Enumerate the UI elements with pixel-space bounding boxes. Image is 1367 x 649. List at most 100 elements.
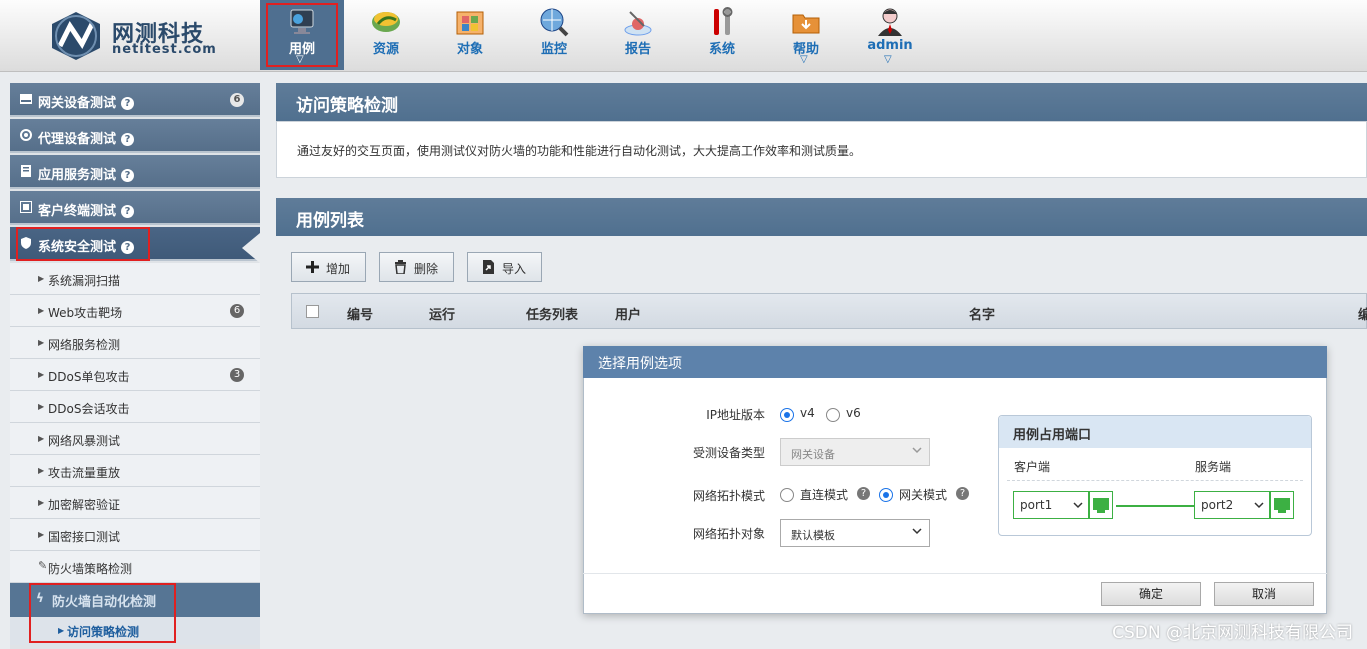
col-id[interactable]: 编号 (347, 304, 373, 323)
sidebar-item-net-service[interactable]: ▶ 网络服务检测 (10, 327, 260, 359)
sidebar-item-ddos-packet[interactable]: ▶ DDoS单包攻击 3 (10, 359, 260, 391)
nav-label: 监控 (540, 42, 567, 57)
sidebar-group-label: 代理设备测试 (38, 132, 117, 147)
client-label: 客户端 (1014, 460, 1051, 474)
sidebar-item-sm-interface[interactable]: ▶ 国密接口测试 (10, 519, 260, 551)
lightning-icon: ϟ (36, 591, 44, 605)
chevron-down-icon: ▽ (884, 54, 892, 65)
nav-item-usecase[interactable]: 用例 ▽ (260, 0, 344, 70)
caret-right-icon: ▶ (38, 274, 45, 283)
user-icon (878, 8, 902, 36)
nav-item-monitor[interactable]: 监控 (512, 0, 596, 70)
help-icon[interactable]: ? (121, 133, 135, 146)
sidebar-group-gateway[interactable]: 网关设备测试? 6 (10, 83, 260, 117)
help-icon[interactable]: ? (956, 487, 969, 500)
help-icon[interactable]: ? (121, 241, 135, 254)
nav-label: 资源 (372, 42, 399, 57)
gateway-mode-radio[interactable] (879, 488, 893, 502)
logo-mark-icon (52, 12, 100, 60)
import-button[interactable]: 导入 (467, 252, 542, 282)
add-button-label: 增加 (326, 262, 351, 276)
direct-mode-radio[interactable] (780, 488, 794, 502)
col-run[interactable]: 运行 (429, 304, 455, 323)
help-icon[interactable]: ? (857, 487, 870, 500)
sidebar-item-label: Web攻击靶场 (48, 306, 123, 320)
sidebar-group-label: 系统安全测试 (38, 240, 117, 255)
sidebar-item-net-storm[interactable]: ▶ 网络风暴测试 (10, 423, 260, 455)
page-header: 访问策略检测 (276, 83, 1367, 121)
sidebar-item-label: 访问策略检测 (67, 625, 140, 639)
count-badge: 3 (230, 368, 244, 382)
shield-icon (21, 237, 31, 249)
sidebar-item-traffic-replay[interactable]: ▶ 攻击流量重放 (10, 455, 260, 487)
col-user[interactable]: 用户 (615, 304, 641, 323)
ip-v4-radio[interactable] (780, 408, 794, 422)
sidebar-item-access-policy[interactable]: ▶ 访问策略检测 (10, 617, 260, 645)
divider (1007, 480, 1303, 481)
sidebar-group-label: 应用服务测试 (38, 168, 117, 183)
chevron-down-icon (912, 528, 922, 535)
col-edit[interactable]: 编 (1358, 304, 1367, 323)
select-all-checkbox[interactable] (306, 305, 319, 318)
sidebar-item-label: 加密解密验证 (48, 498, 121, 512)
topo-object-select[interactable]: 默认模板 (780, 519, 930, 547)
ok-button[interactable]: 确定 (1101, 582, 1201, 606)
nav-item-object[interactable]: 对象 (428, 0, 512, 70)
list-title: 用例列表 (296, 211, 364, 231)
topo-object-label: 网络拓扑对象 (692, 527, 765, 541)
count-badge: 6 (230, 304, 244, 318)
sidebar-group-client[interactable]: 客户终端测试? (10, 191, 260, 225)
add-button[interactable]: 增加 (291, 252, 366, 282)
ip-v4-label: v4 (800, 406, 815, 420)
nav-item-admin[interactable]: admin ▽ (848, 0, 932, 70)
nav-item-system[interactable]: 系统 (680, 0, 764, 70)
server-port-value: port2 (1201, 498, 1234, 512)
col-name[interactable]: 名字 (969, 304, 995, 323)
col-tasks[interactable]: 任务列表 (526, 304, 578, 323)
dialog-header[interactable]: 选择用例选项 (583, 346, 1327, 378)
dialog-footer-divider (583, 573, 1327, 574)
sidebar-item-firewall-policy[interactable]: ✎ 防火墙策略检测 (10, 551, 260, 583)
chevron-down-icon (1073, 502, 1083, 509)
help-icon[interactable]: ? (121, 97, 135, 110)
watermark: CSDN @北京网测科技有限公司 (1112, 623, 1353, 643)
page-description: 通过友好的交互页面，使用测试仪对防火墙的功能和性能进行自动化测试，大大提高工作效… (297, 144, 862, 158)
count-badge: 6 (230, 93, 244, 107)
sidebar-item-web-attack[interactable]: ▶ Web攻击靶场 6 (10, 295, 260, 327)
brand-logo[interactable]: 网测科技 netitest.com (48, 10, 228, 62)
sidebar-item-firewall-auto[interactable]: ϟ 防火墙自动化检测 (10, 583, 260, 617)
app-server-icon (21, 165, 31, 177)
nav-item-resource[interactable]: 资源 (344, 0, 428, 70)
active-notch (242, 233, 260, 263)
server-port-select[interactable]: port2 (1194, 491, 1270, 519)
sidebar-item-vuln-scan[interactable]: ▶ 系统漏洞扫描 (10, 263, 260, 295)
chevron-down-icon: ▽ (800, 54, 808, 65)
client-port-value: port1 (1020, 498, 1053, 512)
sidebar-group-app-service[interactable]: 应用服务测试? (10, 155, 260, 189)
sidebar: 网关设备测试? 6 代理设备测试? 应用服务测试? 客户终端测试? 系统安全测试… (10, 83, 260, 649)
report-icon (624, 11, 652, 36)
caret-right-icon: ▶ (38, 434, 45, 443)
sidebar-group-system-security[interactable]: 系统安全测试? (10, 227, 260, 263)
delete-button[interactable]: 删除 (379, 252, 454, 282)
sidebar-group-proxy[interactable]: 代理设备测试? (10, 119, 260, 153)
client-port-select[interactable]: port1 (1013, 491, 1089, 519)
nav-item-report[interactable]: 报告 (596, 0, 680, 70)
topo-object-value: 默认模板 (791, 529, 835, 542)
device-type-select[interactable]: 网关设备 (780, 438, 930, 466)
ip-v6-radio[interactable] (826, 408, 840, 422)
device-type-label: 受测设备类型 (692, 446, 765, 460)
trash-icon (395, 260, 406, 274)
nav-item-help[interactable]: 帮助 ▽ (764, 0, 848, 70)
tools-icon (714, 7, 733, 35)
sidebar-item-crypto[interactable]: ▶ 加密解密验证 (10, 487, 260, 519)
ip-v6-label: v6 (846, 406, 861, 420)
help-icon[interactable]: ? (121, 169, 135, 182)
sidebar-item-ddos-session[interactable]: ▶ DDoS会话攻击 (10, 391, 260, 423)
cancel-button[interactable]: 取消 (1214, 582, 1314, 606)
proxy-icon (20, 129, 32, 141)
brand-name-en: netitest.com (112, 42, 217, 57)
resource-icon (372, 12, 400, 32)
help-icon[interactable]: ? (121, 205, 135, 218)
import-icon (483, 260, 494, 274)
